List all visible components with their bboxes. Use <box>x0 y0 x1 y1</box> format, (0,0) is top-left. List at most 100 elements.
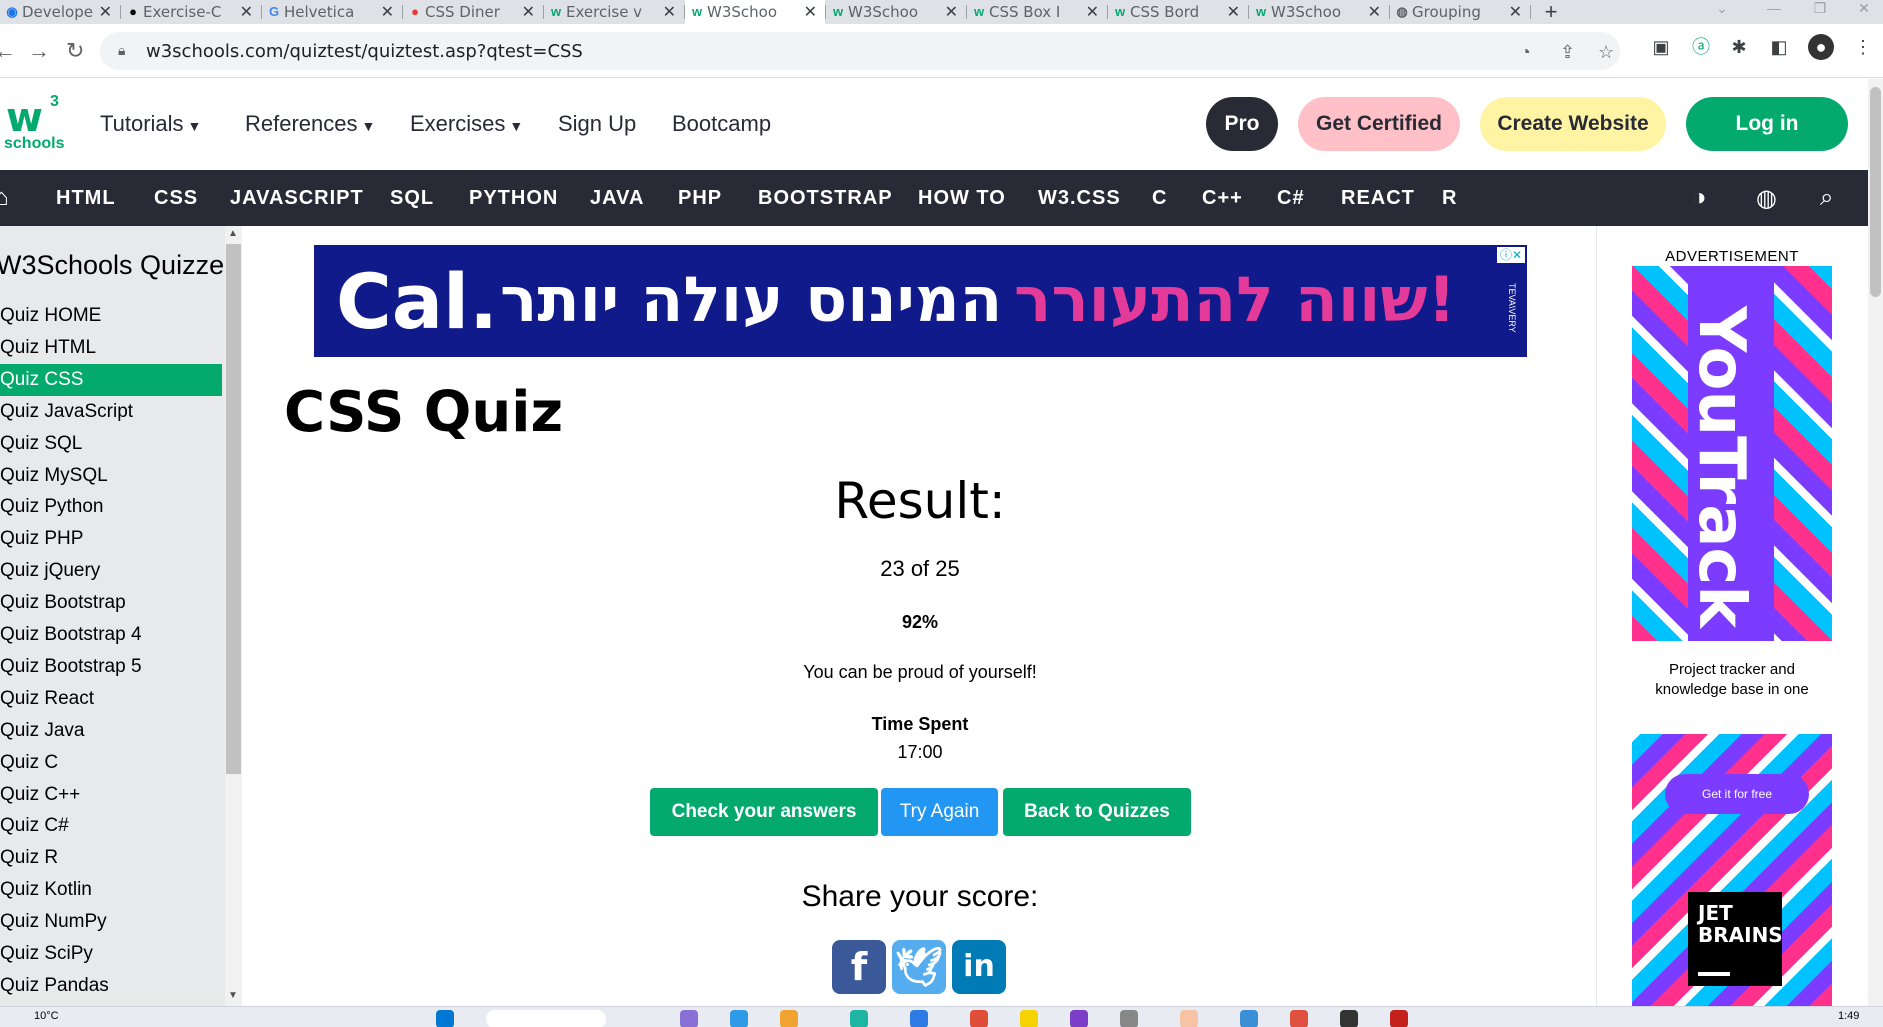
topic-nav-bootstrap[interactable]: BOOTSTRAP <box>758 187 893 210</box>
get-certified-button[interactable]: Get Certified <box>1298 97 1460 151</box>
tab-close-icon[interactable]: ✕ <box>99 2 112 22</box>
side-panel-icon[interactable]: ◧ <box>1766 34 1792 60</box>
sidebar-item-quiz-kotlin[interactable]: Quiz Kotlin <box>0 874 222 906</box>
browser-tab[interactable]: ● CSS Diner ✕ <box>403 0 543 24</box>
reload-icon[interactable]: ↻ <box>66 38 84 64</box>
back-to-quizzes-button[interactable]: Back to Quizzes <box>1003 788 1191 836</box>
scroll-down-icon[interactable]: ▼ <box>228 990 238 1001</box>
taskbar-app-icon[interactable] <box>1290 1010 1308 1027</box>
taskbar-app-icon[interactable] <box>730 1010 748 1027</box>
sidebar-item-quiz-python[interactable]: Quiz Python <box>0 491 222 523</box>
jetbrains-ad[interactable]: Get it for free JET BRAINS <box>1632 734 1832 1006</box>
tab-close-icon[interactable]: ✕ <box>804 2 817 22</box>
sidebar-item-quiz-r[interactable]: Quiz R <box>0 842 222 874</box>
tab-close-icon[interactable]: ✕ <box>522 2 535 22</box>
sidebar-item-quiz-jquery[interactable]: Quiz jQuery <box>0 555 222 587</box>
topic-nav-java[interactable]: JAVA <box>590 187 644 210</box>
minimize-icon[interactable]: — <box>1752 0 1796 24</box>
sidebar-item-quiz-css[interactable]: Quiz CSS <box>0 363 222 396</box>
twitter-icon[interactable]: 🕊︎ <box>892 940 946 994</box>
taskbar-search[interactable] <box>486 1010 606 1027</box>
tab-close-icon[interactable]: ✕ <box>1368 2 1381 22</box>
facebook-icon[interactable]: f <box>832 940 886 994</box>
puzzle-icon[interactable]: ✱ <box>1726 34 1752 60</box>
topic-nav-c[interactable]: C <box>1152 187 1167 210</box>
sidebar-item-quiz-c-[interactable]: Quiz C++ <box>0 779 222 811</box>
nav-tutorials[interactable]: Tutorials ▼ <box>100 111 201 137</box>
tab-close-icon[interactable]: ✕ <box>945 2 958 22</box>
page-scroll-thumb[interactable] <box>1870 87 1881 297</box>
sidebar-item-quiz-bootstrap-5[interactable]: Quiz Bootstrap 5 <box>0 651 222 683</box>
sidebar-item-quiz-java[interactable]: Quiz Java <box>0 715 222 747</box>
sidebar-item-quiz-pandas[interactable]: Quiz Pandas <box>0 970 222 1002</box>
topic-nav-csharp[interactable]: C# <box>1277 187 1305 210</box>
taskbar-app-icon[interactable] <box>910 1010 928 1027</box>
forward-icon[interactable]: → <box>28 38 50 64</box>
topic-nav-w3-css[interactable]: W3.CSS <box>1038 187 1121 210</box>
tab-close-icon[interactable]: ✕ <box>663 2 676 22</box>
sidebar-item-quiz-mysql[interactable]: Quiz MySQL <box>0 460 222 492</box>
globe-icon[interactable]: ◍ <box>1756 184 1777 213</box>
dark-mode-icon[interactable]: ◑ <box>1692 184 1707 212</box>
nav-sign-up[interactable]: Sign Up <box>558 111 636 137</box>
topic-nav-php[interactable]: PHP <box>678 187 722 210</box>
page-speed-icon[interactable]: ◔ <box>1520 42 1531 63</box>
sidebar-item-quiz-javascript[interactable]: Quiz JavaScript <box>0 396 222 428</box>
ad-banner[interactable]: Cal. המינוס עולה יותר שווה להתעורר! TEVA… <box>314 245 1527 357</box>
tab-close-icon[interactable]: ✕ <box>240 2 253 22</box>
taskbar-app-icon[interactable] <box>1390 1010 1408 1027</box>
browser-tab[interactable]: w W3Schoo ✕ <box>826 0 966 24</box>
back-icon[interactable]: ← <box>0 38 16 64</box>
profile-avatar[interactable]: ● <box>1808 34 1834 60</box>
search-icon[interactable]: ⌕ <box>1820 184 1833 212</box>
ad-close-icon[interactable]: ⓘ✕ <box>1496 247 1525 263</box>
sidebar-item-quiz-numpy[interactable]: Quiz NumPy <box>0 906 222 938</box>
grammarly-icon[interactable]: ⓐ <box>1688 34 1714 60</box>
taskbar-app-icon[interactable] <box>1340 1010 1358 1027</box>
browser-tab[interactable]: G Helvetica ✕ <box>262 0 402 24</box>
sidebar-item-quiz-scipy[interactable]: Quiz SciPy <box>0 938 222 970</box>
sidebar-item-quiz-c[interactable]: Quiz C <box>0 747 222 779</box>
topic-nav-r[interactable]: R <box>1442 187 1457 210</box>
check-answers-button[interactable]: Check your answers <box>650 788 878 836</box>
create-website-button[interactable]: Create Website <box>1480 97 1666 151</box>
bookmark-star-icon[interactable]: ☆ <box>1598 42 1614 63</box>
w3schools-logo[interactable]: w 3 schools <box>4 93 66 155</box>
scroll-up-icon[interactable]: ▲ <box>228 228 238 239</box>
browser-tab[interactable]: w W3Schoo ✕ <box>1249 0 1389 24</box>
tab-search-icon[interactable]: ⌄ <box>1700 0 1744 24</box>
sidebar-item-quiz-sql[interactable]: Quiz SQL <box>0 428 222 460</box>
address-bar[interactable]: 🔒︎ w3schools.com/quiztest/quiztest.asp?q… <box>100 32 1620 70</box>
browser-tab[interactable]: ● Exercise-C ✕ <box>121 0 261 24</box>
taskbar-app-icon[interactable] <box>850 1010 868 1027</box>
linkedin-icon[interactable]: in <box>952 940 1006 994</box>
sidebar-item-quiz-react[interactable]: Quiz React <box>0 683 222 715</box>
menu-dots-icon[interactable]: ⋮ <box>1850 34 1876 60</box>
browser-tab[interactable]: w CSS Box I ✕ <box>967 0 1107 24</box>
sidebar-item-quiz-bootstrap[interactable]: Quiz Bootstrap <box>0 587 222 619</box>
sidebar-item-quiz-bootstrap-4[interactable]: Quiz Bootstrap 4 <box>0 619 222 651</box>
home-icon[interactable]: ⌂ <box>0 184 9 212</box>
pro-button[interactable]: Pro <box>1206 97 1278 151</box>
url-text[interactable]: w3schools.com/quiztest/quiztest.asp?qtes… <box>146 41 583 62</box>
nav-references[interactable]: References ▼ <box>245 111 375 137</box>
topic-nav-css[interactable]: CSS <box>154 187 198 210</box>
extension-icon[interactable]: ▣ <box>1648 34 1674 60</box>
sidebar-item-quiz-html[interactable]: Quiz HTML <box>0 332 222 364</box>
taskbar-app-icon[interactable] <box>1120 1010 1138 1027</box>
topic-nav-javascript[interactable]: JAVASCRIPT <box>230 187 364 210</box>
browser-tab[interactable]: ◉ Develope ✕ <box>0 0 120 24</box>
sidebar-item-quiz-c-[interactable]: Quiz C# <box>0 810 222 842</box>
taskbar-app-icon[interactable] <box>1070 1010 1088 1027</box>
topic-nav-html[interactable]: HTML <box>56 187 116 210</box>
browser-tab[interactable]: w W3Schoo ✕ <box>685 0 825 24</box>
sidebar-scroll-thumb[interactable] <box>226 244 241 774</box>
tab-close-icon[interactable]: ✕ <box>1227 2 1240 22</box>
browser-tab[interactable]: w Exercise v ✕ <box>544 0 684 24</box>
taskbar-app-icon[interactable] <box>1240 1010 1258 1027</box>
try-again-button[interactable]: Try Again <box>881 788 998 836</box>
start-icon[interactable] <box>436 1010 454 1027</box>
taskbar-app-icon[interactable] <box>780 1010 798 1027</box>
topic-nav-python[interactable]: PYTHON <box>469 187 558 210</box>
youtrack-ad[interactable]: YouTrack <box>1632 266 1832 641</box>
